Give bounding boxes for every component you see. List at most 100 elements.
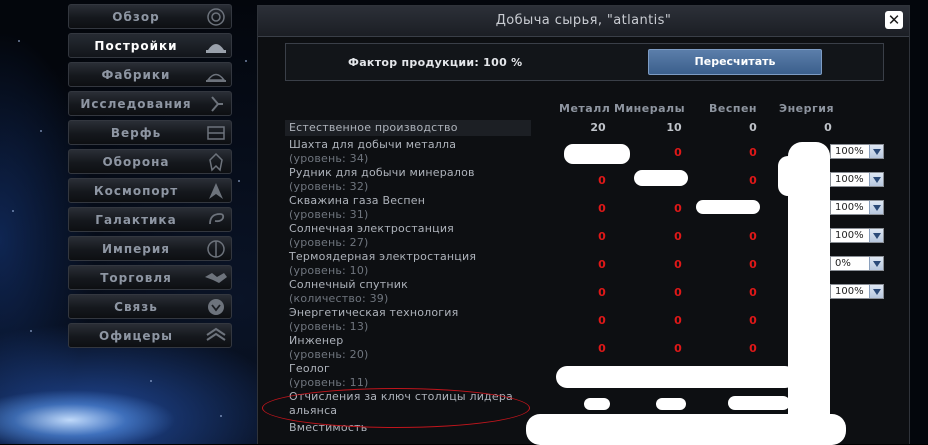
row-vespene-value: 0 (749, 342, 757, 355)
menu-item-label: Торговля (100, 271, 172, 285)
row-minerals-value: 0 (674, 230, 682, 243)
shipyard-icon (204, 123, 228, 143)
recalculate-button[interactable]: Пересчитать (648, 49, 822, 75)
redaction-mark (696, 200, 760, 214)
row-vespene-value: 0 (749, 314, 757, 327)
row-vespene-value: 0 (749, 146, 757, 159)
row-metal-value: 0 (598, 202, 606, 215)
close-icon[interactable]: ✕ (885, 11, 903, 29)
menu-item-communication[interactable]: Связь (68, 294, 232, 319)
menu-item-research[interactable]: Исследования (68, 91, 232, 116)
row-level: (уровень: 27) (289, 236, 369, 249)
redaction-mark (778, 156, 806, 196)
redaction-mark (526, 414, 846, 445)
table-row: Солнечная электростанция (уровень: 27) (289, 222, 454, 250)
redaction-mark (584, 398, 610, 410)
row-vespene-value: 0 (749, 174, 757, 187)
table-row: Инженер (уровень: 20) (289, 334, 369, 362)
star (12, 210, 14, 212)
chevron-down-icon (869, 173, 883, 186)
row-name: Энергетическая технология (289, 306, 459, 319)
menu-item-buildings[interactable]: Постройки (68, 33, 232, 58)
table-row: Рудник для добычи минералов (уровень: 32… (289, 166, 475, 194)
production-percent-select[interactable]: 100% (830, 144, 884, 159)
select-value: 100% (835, 174, 864, 185)
main-menu: Обзор Постройки Фабрики Исследования Вер… (68, 4, 232, 352)
menu-item-label: Постройки (94, 39, 178, 53)
row-name: Скважина газа Веспен (289, 194, 426, 207)
star (245, 60, 247, 62)
row-minerals-value: 0 (674, 146, 682, 159)
row-level: (уровень: 32) (289, 180, 369, 193)
menu-item-defense[interactable]: Оборона (68, 149, 232, 174)
production-percent-select[interactable]: 100% (830, 228, 884, 243)
row-metal-value: 0 (598, 342, 606, 355)
production-window: Добыча сырья, "atlantis" ✕ Фактор продук… (257, 5, 910, 445)
row-level: (количество: 39) (289, 292, 389, 305)
table-row: Термоядерная электростанция (уровень: 10… (289, 250, 476, 278)
menu-item-label: Исследования (80, 97, 192, 111)
menu-item-label: Фабрики (101, 68, 171, 82)
communication-icon (204, 297, 228, 317)
menu-item-officers[interactable]: Офицеры (68, 323, 232, 348)
row-metal-value: 0 (598, 314, 606, 327)
table-row: Шахта для добычи металла (уровень: 34) (289, 138, 456, 166)
annotation-ellipse (262, 388, 530, 428)
row-minerals-value: 0 (674, 286, 682, 299)
row-metal-value: 0 (598, 230, 606, 243)
menu-item-empire[interactable]: Империя (68, 236, 232, 261)
menu-item-shipyard[interactable]: Верфь (68, 120, 232, 145)
production-percent-select[interactable]: 100% (830, 284, 884, 299)
natural-vespene-value: 0 (749, 121, 757, 134)
redaction-mark (806, 176, 830, 376)
column-header-minerals: Минералы (614, 102, 686, 115)
column-header-vespene: Веспен (709, 102, 758, 115)
row-name: Рудник для добычи минералов (289, 166, 475, 179)
row-level: (уровень: 31) (289, 208, 369, 221)
row-name: Инженер (289, 334, 344, 347)
row-minerals-value: 0 (674, 258, 682, 271)
chevron-down-icon (869, 229, 883, 242)
production-percent-select[interactable]: 100% (830, 200, 884, 215)
redaction-mark (656, 398, 686, 410)
star (30, 330, 32, 332)
column-header-metal: Металл (559, 102, 611, 115)
menu-item-factories[interactable]: Фабрики (68, 62, 232, 87)
column-header-energy: Энергия (779, 102, 835, 115)
row-metal-value: 0 (598, 174, 606, 187)
select-value: 100% (835, 202, 864, 213)
row-name: Термоядерная электростанция (289, 250, 477, 263)
select-value: 100% (835, 146, 864, 157)
natural-metal-value: 20 (590, 121, 606, 134)
row-vespene-value: 0 (749, 230, 757, 243)
production-percent-select[interactable]: 0% (830, 256, 884, 271)
row-name: Солнечный спутник (289, 278, 408, 291)
menu-item-galaxy[interactable]: Галактика (68, 207, 232, 232)
star (220, 415, 222, 417)
menu-item-label: Связь (114, 300, 158, 314)
chevron-down-icon (869, 201, 883, 214)
officers-icon (204, 326, 228, 346)
spaceport-icon (204, 181, 228, 201)
table-row: Скважина газа Веспен (уровень: 31) (289, 194, 425, 222)
row-minerals-value: 0 (674, 342, 682, 355)
menu-item-spaceport[interactable]: Космопорт (68, 178, 232, 203)
star (238, 180, 240, 182)
redaction-mark (556, 366, 796, 388)
row-metal-value: 0 (598, 258, 606, 271)
research-icon (204, 94, 228, 114)
trade-icon (204, 268, 228, 288)
chevron-down-icon (869, 257, 883, 270)
redaction-mark (728, 396, 790, 410)
row-vespene-value: 0 (749, 258, 757, 271)
redaction-mark (564, 144, 630, 164)
production-percent-select[interactable]: 100% (830, 172, 884, 187)
table-row: Энергетическая технология (уровень: 13) (289, 306, 458, 334)
row-minerals-value: 0 (674, 202, 682, 215)
row-name: Геолог (289, 362, 330, 375)
redaction-mark (634, 170, 688, 186)
menu-item-trade[interactable]: Торговля (68, 265, 232, 290)
natural-energy-value: 0 (824, 121, 832, 134)
menu-item-overview[interactable]: Обзор (68, 4, 232, 29)
select-value: 0% (835, 258, 851, 269)
